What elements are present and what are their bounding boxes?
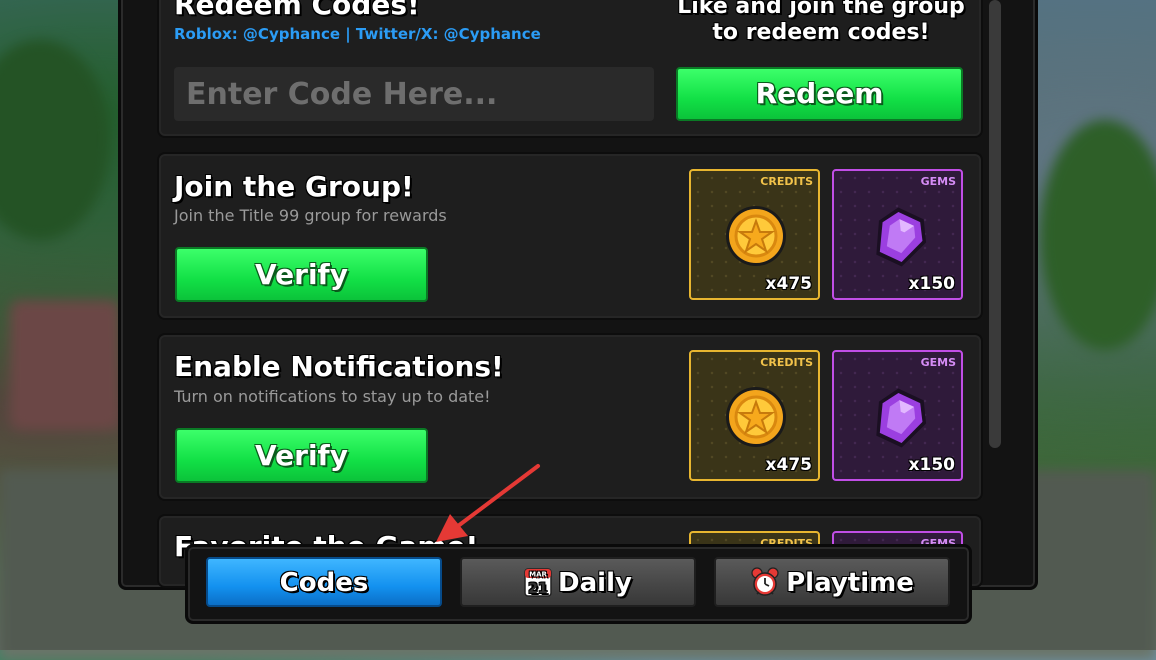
redeem-button[interactable]: Redeem xyxy=(676,67,963,121)
gem-icon xyxy=(876,388,927,448)
reward-gems-amount: x150 xyxy=(908,455,955,475)
tab-playtime[interactable]: Playtime xyxy=(714,557,950,607)
notifications-verify-button[interactable]: Verify xyxy=(175,428,428,483)
notifications-title: Enable Notifications! xyxy=(174,350,504,383)
reward-credits-amount: x475 xyxy=(765,274,812,294)
code-input[interactable] xyxy=(174,67,654,121)
reward-credits-amount: x475 xyxy=(765,455,812,475)
group-hint-text: Like and join the group to redeem codes! xyxy=(677,0,965,45)
reward-gems: GEMS x150 xyxy=(832,169,963,300)
tab-codes-label: Codes xyxy=(279,568,369,598)
gem-icon xyxy=(876,207,927,267)
coin-icon xyxy=(726,387,786,447)
reward-credits-label: CREDITS xyxy=(760,175,813,188)
calendar-day: 21 xyxy=(528,581,547,597)
join-group-title: Join the Group! xyxy=(174,170,414,203)
tab-playtime-label: Playtime xyxy=(786,568,914,598)
calendar-month: MAR xyxy=(529,570,547,578)
notifications-subtitle: Turn on notifications to stay up to date… xyxy=(174,387,491,406)
redeem-title: Redeem Codes! xyxy=(174,0,420,21)
join-group-subtitle: Join the Title 99 group for rewards xyxy=(174,206,447,225)
reward-gems-label: GEMS xyxy=(920,356,956,369)
alarm-clock-icon xyxy=(751,566,779,596)
reward-credits: CREDITS x475 xyxy=(689,169,820,300)
coin-icon xyxy=(726,206,786,266)
reward-credits: CREDITS x475 xyxy=(689,350,820,481)
red-arrow-icon xyxy=(436,464,540,542)
reward-credits-label: CREDITS xyxy=(760,356,813,369)
tab-daily-label: Daily xyxy=(558,568,632,598)
reward-gems: GEMS x150 xyxy=(832,350,963,481)
calendar-icon: MAR 21 xyxy=(524,567,552,597)
tab-daily[interactable]: MAR 21 Daily xyxy=(460,557,696,607)
social-handles: Roblox: @Cyphance | Twitter/X: @Cyphance xyxy=(174,25,541,43)
reward-gems-label: GEMS xyxy=(920,175,956,188)
join-group-verify-button[interactable]: Verify xyxy=(175,247,428,302)
reward-gems-amount: x150 xyxy=(908,274,955,294)
panel-scrollbar[interactable] xyxy=(989,0,1001,448)
tab-codes[interactable]: Codes xyxy=(206,557,442,607)
